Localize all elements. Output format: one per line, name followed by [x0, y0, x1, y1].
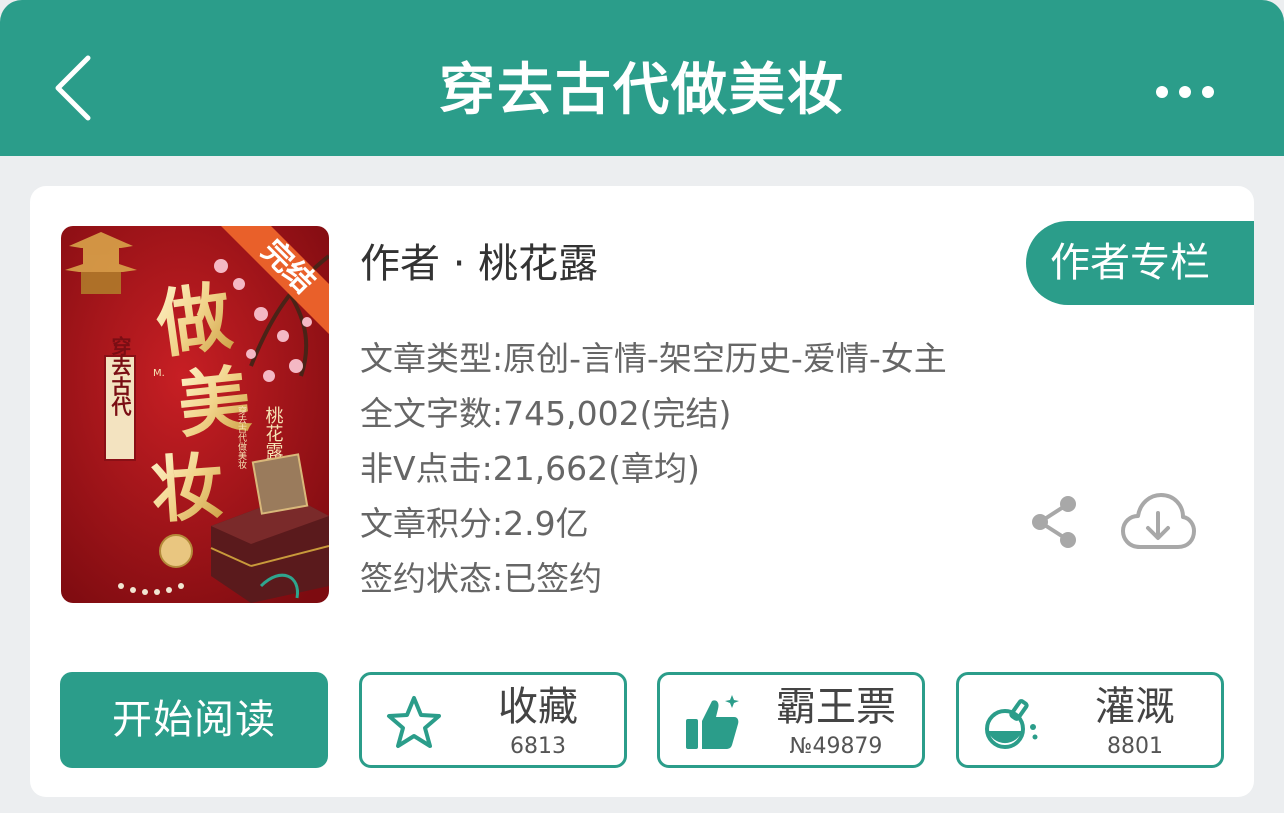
author-line[interactable]: 作者 · 桃花露	[360, 236, 598, 292]
cover-author: 桃花露	[263, 406, 284, 460]
thumbs-up-icon	[686, 695, 739, 749]
cover-title-char-3: 妆	[148, 443, 226, 533]
favorite-button[interactable]: 收藏 6813	[359, 672, 627, 768]
vote-label: 霸王票	[776, 684, 896, 730]
book-info-card: 完结 做 美 妆 穿去古代 桃花露 穿去古代做美妆 M. 作者 · 桃花露 作者…	[30, 186, 1254, 797]
start-reading-button[interactable]: 开始阅读	[60, 672, 328, 768]
vote-button[interactable]: 霸王票 №49879	[657, 672, 925, 768]
share-button[interactable]	[1028, 494, 1080, 550]
cover-small-text: 穿去古代做美妆	[236, 405, 247, 470]
book-cover[interactable]: 完结 做 美 妆 穿去古代 桃花露 穿去古代做美妆 M.	[61, 226, 329, 603]
more-dots-icon	[1156, 86, 1214, 98]
favorite-label: 收藏	[498, 684, 578, 730]
more-button[interactable]	[1150, 72, 1220, 112]
cover-illustration: 完结 做 美 妆 穿去古代 桃花露 穿去古代做美妆 M.	[61, 226, 329, 603]
star-icon	[387, 696, 441, 748]
share-icon	[1032, 496, 1076, 548]
top-bar: 穿去古代做美妆	[0, 0, 1284, 156]
score: 文章积分:2.9亿	[360, 504, 589, 543]
page-title: 穿去古代做美妆	[439, 58, 845, 123]
download-button[interactable]	[1120, 491, 1196, 553]
cover-title-char-1: 做	[151, 273, 237, 369]
vote-count: №49879	[789, 734, 883, 759]
cloud-download-icon	[1121, 493, 1196, 549]
word-count: 全文字数:745,002(完结)	[360, 394, 732, 433]
book-stats: 文章类型:原创-言情-架空历史-爱情-女主 全文字数:745,002(完结) 非…	[360, 331, 947, 606]
flask-icon	[985, 699, 1038, 749]
click-count: 非V点击:21,662(章均)	[360, 449, 700, 488]
nutrient-count: 8801	[1107, 734, 1163, 759]
cover-subtitle: 穿去古代	[108, 335, 132, 417]
nutrient-button[interactable]: 灌溉 8801	[956, 672, 1224, 768]
author-column-button[interactable]: 作者专栏	[1026, 221, 1254, 305]
favorite-count: 6813	[510, 734, 566, 759]
sign-status: 签约状态:已签约	[360, 559, 603, 598]
nutrient-label: 灌溉	[1095, 684, 1175, 730]
book-type: 文章类型:原创-言情-架空历史-爱情-女主	[360, 339, 947, 378]
cover-m-label: M.	[153, 368, 165, 379]
